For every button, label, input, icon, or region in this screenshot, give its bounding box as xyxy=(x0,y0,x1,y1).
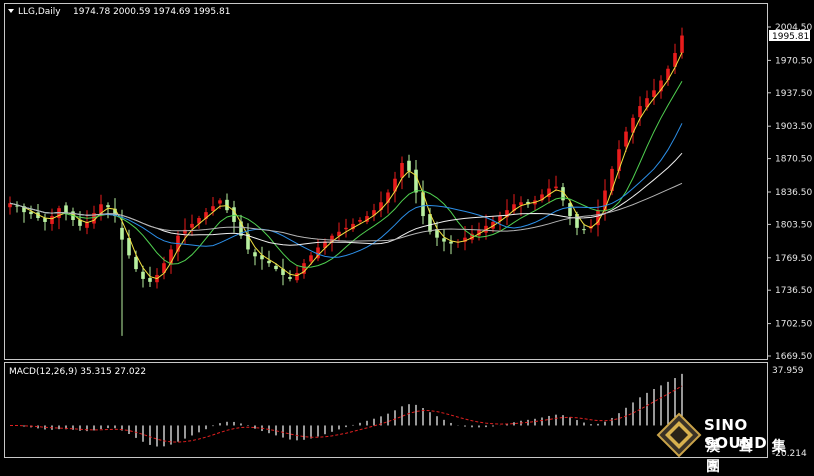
candle-up xyxy=(400,163,404,178)
price-tick-label: 1937.50 xyxy=(775,89,812,99)
candle-down xyxy=(274,265,278,270)
price-tick-label: 1669.50 xyxy=(775,352,812,362)
candle-up xyxy=(624,131,628,147)
price-tick-label: 1970.50 xyxy=(775,56,812,66)
candle-up xyxy=(344,227,348,230)
candle-down xyxy=(414,169,418,193)
candle-down xyxy=(407,160,411,171)
macd-signal-line xyxy=(10,385,683,443)
candle-up xyxy=(211,206,215,212)
candle-down xyxy=(449,241,453,244)
candle-up xyxy=(218,200,222,204)
candles-layer xyxy=(8,27,684,336)
chart-ohlc: 1974.78 2000.59 1974.69 1995.81 xyxy=(73,7,230,17)
last-price-label: 1995.81 xyxy=(772,32,809,42)
price-tick-label: 1736.50 xyxy=(775,286,812,296)
price-tick-label: 1803.50 xyxy=(775,220,812,230)
brand-watermark: SINO SOUND 漢 聲 集 團 xyxy=(652,412,812,475)
moving-average-line-1 xyxy=(9,52,683,280)
chart-canvas: 2004.501970.501937.501903.501870.501836.… xyxy=(4,3,812,459)
candle-down xyxy=(106,205,110,208)
candle-down xyxy=(253,252,257,257)
candle-down xyxy=(442,238,446,242)
price-tick-label: 1769.50 xyxy=(775,254,812,264)
macd-tick-top: 37.959 xyxy=(772,366,804,376)
candle-up xyxy=(295,273,299,281)
candle-up xyxy=(309,255,313,262)
macd-title: MACD(12,26,9) 35.315 27.022 xyxy=(9,367,146,377)
candle-up xyxy=(190,223,194,228)
sino-sound-logo-icon xyxy=(656,412,702,458)
moving-average-line-2 xyxy=(9,81,683,268)
price-tick-label: 1903.50 xyxy=(775,122,812,132)
candle-down xyxy=(141,271,145,279)
chart-menu-arrow-icon[interactable] xyxy=(8,9,14,13)
candle-down xyxy=(582,229,586,231)
moving-averages-layer xyxy=(9,52,683,280)
candle-up xyxy=(358,219,362,222)
candle-down xyxy=(568,203,572,217)
candle-up xyxy=(680,35,684,53)
price-axis: 2004.501970.501937.501903.501870.501836.… xyxy=(767,23,812,362)
candle-down xyxy=(120,227,124,240)
candle-up xyxy=(617,149,621,172)
price-tick-label: 1870.50 xyxy=(775,155,812,165)
price-tick-label: 1702.50 xyxy=(775,320,812,330)
candle-up xyxy=(554,186,558,189)
chart-symbol: LLG,Daily xyxy=(18,7,61,17)
candle-down xyxy=(148,278,152,282)
price-panel-frame xyxy=(4,3,768,360)
candle-down xyxy=(225,199,229,211)
candle-down xyxy=(288,277,292,279)
candle-down xyxy=(134,256,138,270)
brand-chinese-name: 漢 聲 集 團 xyxy=(706,439,793,475)
macd-layer xyxy=(10,373,683,447)
price-tick-label: 1836.50 xyxy=(775,188,812,198)
candle-up xyxy=(638,106,642,118)
candle-down xyxy=(267,260,271,264)
candle-up xyxy=(50,216,54,224)
